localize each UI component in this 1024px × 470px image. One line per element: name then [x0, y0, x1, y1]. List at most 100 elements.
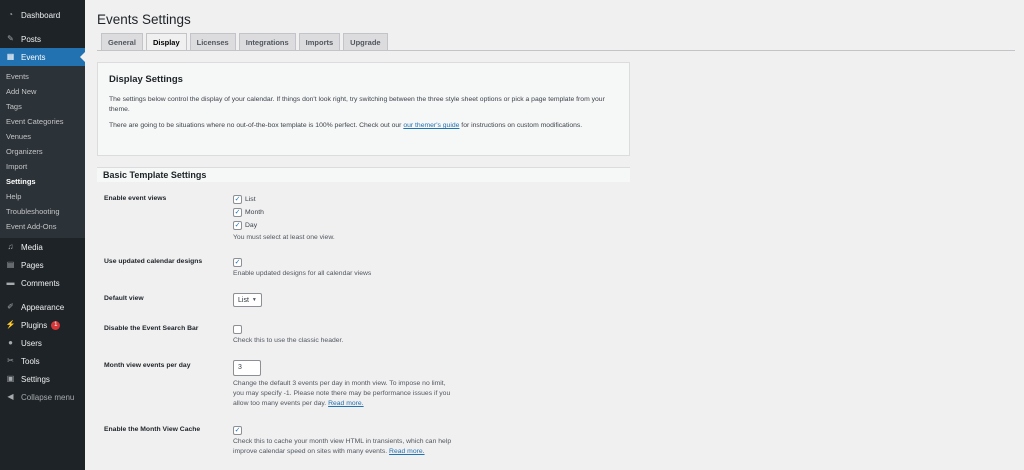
menu-users[interactable]: ● Users: [0, 334, 85, 352]
submenu-troubleshooting[interactable]: Troubleshooting: [0, 204, 85, 219]
media-icon: ♫: [7, 242, 14, 251]
wrench-icon: ✂: [7, 356, 14, 365]
month-events-help-text: allow too many events per day.: [233, 400, 329, 407]
submenu-help[interactable]: Help: [0, 189, 85, 204]
month-cache-help-2: improve calendar speed on sites with man…: [233, 447, 451, 457]
tab-general[interactable]: General: [101, 33, 143, 50]
month-events-input[interactable]: 3: [233, 360, 261, 376]
submenu-event-add-ons[interactable]: Event Add-Ons: [0, 219, 85, 234]
tab-integrations[interactable]: Integrations: [238, 33, 296, 50]
calendar-icon: ▦: [6, 52, 15, 61]
view-option-list[interactable]: ✓ List: [233, 193, 335, 206]
menu-settings[interactable]: ▣ Settings: [0, 370, 85, 388]
updated-designs-help: Enable updated designs for all calendar …: [233, 270, 372, 277]
month-events-help-1: Change the default 3 events per day in m…: [233, 380, 446, 387]
menu-label: Comments: [21, 278, 60, 288]
updated-designs-checkbox[interactable]: ✓: [233, 258, 242, 267]
day-checkbox[interactable]: ✓: [233, 221, 242, 230]
menu-label: Posts: [21, 34, 42, 44]
tab-imports[interactable]: Imports: [298, 33, 341, 50]
month-events-help-2: you may specify -1. Please note there ma…: [233, 390, 451, 397]
panel-heading: Display Settings: [109, 74, 183, 85]
dashboard-icon: ◔: [8, 10, 13, 19]
menu-label: Dashboard: [21, 10, 61, 20]
submenu-tags[interactable]: Tags: [0, 99, 85, 114]
month-cache-checkbox[interactable]: ✓: [233, 426, 242, 435]
disable-search-bar-checkbox[interactable]: [233, 325, 242, 334]
default-view-select[interactable]: List ▼: [233, 293, 262, 307]
panel-note-text-end: for instructions on custom modifications…: [459, 122, 583, 129]
brush-icon: ✐: [7, 302, 14, 311]
disable-search-bar-label: Disable the Event Search Bar: [104, 325, 199, 332]
menu-events[interactable]: ▦ Events: [0, 48, 85, 66]
user-icon: ●: [8, 338, 13, 347]
menu-label: Events: [21, 52, 46, 62]
submenu-settings[interactable]: Settings: [0, 174, 85, 189]
submenu-import[interactable]: Import: [0, 159, 85, 174]
menu-label: Pages: [21, 260, 44, 270]
pages-icon: ▤: [6, 260, 15, 269]
checkbox-label: Month: [245, 209, 264, 216]
comments-icon: ▬: [6, 278, 15, 287]
panel-note-text: There are going to be situations where n…: [109, 122, 404, 129]
month-events-read-more-link[interactable]: Read more.: [328, 400, 364, 407]
month-cache-help-1: Check this to cache your month view HTML…: [233, 438, 452, 445]
submenu-event-categories[interactable]: Event Categories: [0, 114, 85, 129]
view-option-day[interactable]: ✓ Day: [233, 219, 335, 232]
menu-tools[interactable]: ✂ Tools: [0, 352, 85, 370]
menu-label: Appearance: [21, 302, 65, 312]
menu-label: Tools: [21, 356, 40, 366]
menu-plugins[interactable]: ⚡ Plugins 1: [0, 316, 85, 334]
menu-posts[interactable]: ✎ Posts: [0, 30, 85, 48]
tab-licenses[interactable]: Licenses: [189, 33, 236, 50]
enable-event-views-field: ✓ List ✓ Month ✓ Day You must select at …: [233, 193, 335, 243]
month-events-help-3: allow too many events per day. Read more…: [233, 399, 450, 409]
menu-comments[interactable]: ▬ Comments: [0, 274, 85, 292]
menu-label: Plugins: [21, 320, 48, 330]
menu-media[interactable]: ♫ Media: [0, 238, 85, 256]
themers-guide-link[interactable]: our themer's guide: [403, 122, 459, 129]
panel-intro: The settings below control the display o…: [109, 96, 605, 113]
month-cache-help-text: improve calendar speed on sites with man…: [233, 448, 390, 455]
submenu-venues[interactable]: Venues: [0, 129, 85, 144]
admin-sidebar: ◔ Dashboard ✎ Posts ▦ Events Events Add …: [0, 0, 85, 470]
menu-label: Media: [21, 242, 43, 252]
checkbox-label: List: [245, 196, 256, 203]
month-events-label: Month view events per day: [104, 362, 191, 369]
pin-icon: ✎: [7, 34, 14, 43]
updated-designs-label: Use updated calendar designs: [104, 258, 203, 265]
month-cache-field: ✓ Check this to cache your month view HT…: [233, 424, 451, 457]
page-title: Events Settings: [97, 12, 191, 27]
month-cache-read-more-link[interactable]: Read more.: [389, 448, 425, 455]
event-views-help: You must select at least one view.: [233, 234, 335, 241]
events-submenu: Events Add New Tags Event Categories Ven…: [0, 66, 85, 238]
tabs-divider: [97, 50, 1015, 51]
plugin-icon: ⚡: [5, 320, 16, 329]
list-checkbox[interactable]: ✓: [233, 195, 242, 204]
chevron-down-icon: ▼: [251, 297, 257, 303]
menu-pages[interactable]: ▤ Pages: [0, 256, 85, 274]
submenu-add-new[interactable]: Add New: [0, 84, 85, 99]
collapse-menu-button[interactable]: ◀ Collapse menu: [0, 388, 85, 406]
submenu-events[interactable]: Events: [0, 69, 85, 84]
display-settings-panel: Display Settings The settings below cont…: [97, 62, 630, 156]
month-checkbox[interactable]: ✓: [233, 208, 242, 217]
search-bar-help: Check this to use the classic header.: [233, 337, 344, 344]
menu-label: Settings: [21, 374, 50, 384]
settings-icon: ▣: [6, 374, 15, 383]
month-events-field: 3 Change the default 3 events per day in…: [233, 360, 450, 409]
submenu-organizers[interactable]: Organizers: [0, 144, 85, 159]
enable-event-views-label: Enable event views: [104, 195, 167, 202]
disable-search-bar-field: Check this to use the classic header.: [233, 323, 343, 346]
menu-label: Users: [21, 338, 42, 348]
plugins-update-badge: 1: [51, 320, 61, 330]
tab-display[interactable]: Display: [145, 33, 187, 50]
collapse-icon: ◀: [7, 392, 14, 401]
menu-dashboard[interactable]: ◔ Dashboard: [0, 6, 85, 24]
updated-designs-field: ✓ Enable updated designs for all calenda…: [233, 256, 371, 279]
tab-upgrade[interactable]: Upgrade: [343, 33, 388, 50]
settings-tabs: General Display Licenses Integrations Im…: [101, 33, 388, 50]
menu-appearance[interactable]: ✐ Appearance: [0, 298, 85, 316]
view-option-month[interactable]: ✓ Month: [233, 206, 335, 219]
month-cache-label: Enable the Month View Cache: [104, 426, 201, 433]
